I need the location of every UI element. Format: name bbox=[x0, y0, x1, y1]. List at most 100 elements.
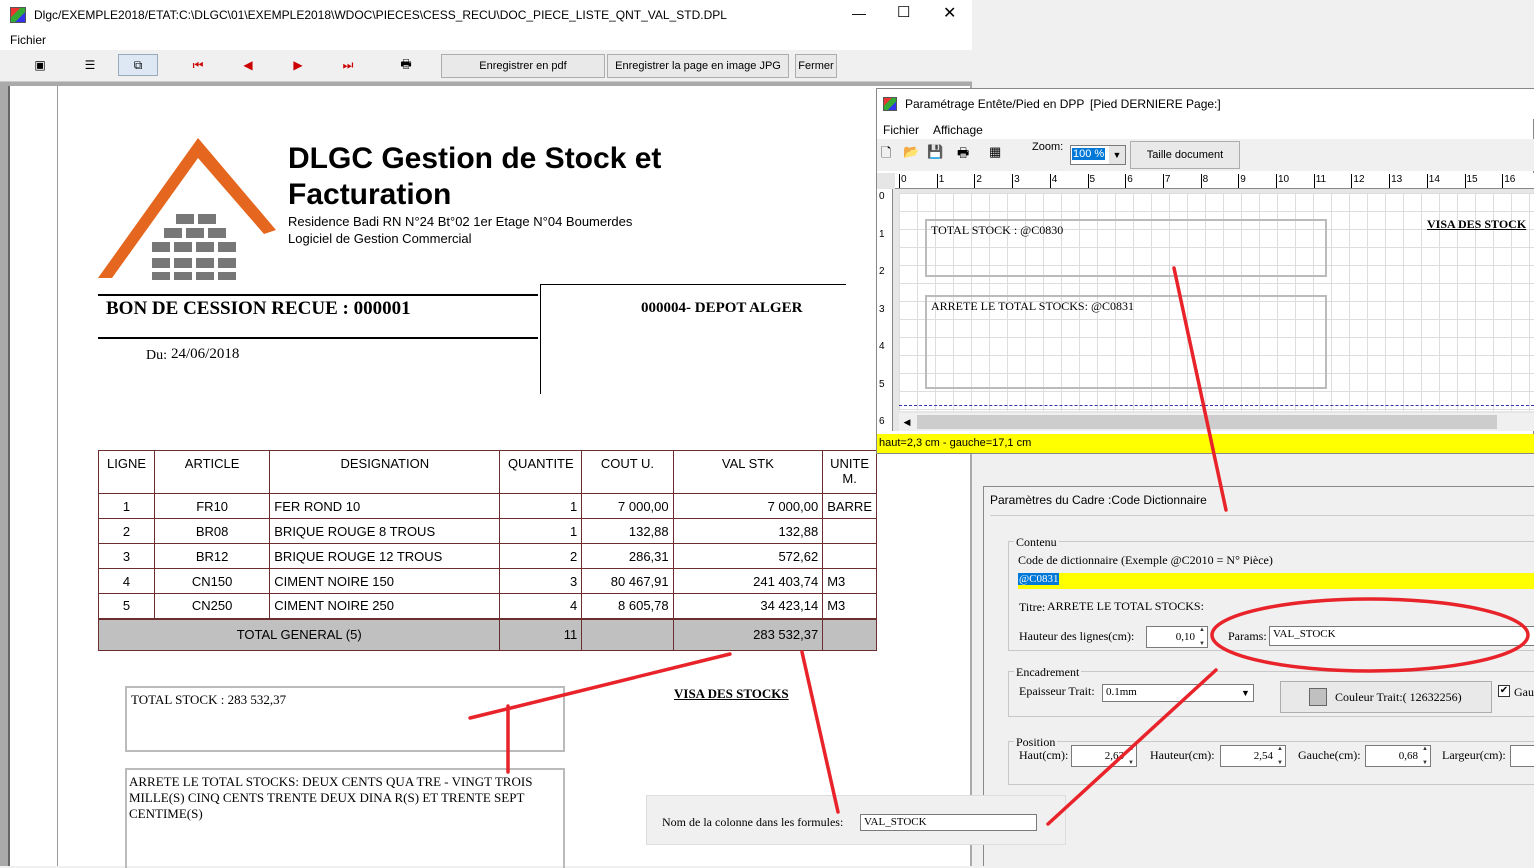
save-icon[interactable]: 💾 bbox=[927, 144, 943, 160]
gauche-spin-icon[interactable]: ▲ ▼ bbox=[1420, 746, 1430, 766]
haut-label: Haut(cm): bbox=[1019, 748, 1069, 762]
contenu-label: Contenu bbox=[1014, 535, 1059, 550]
vruler-tick-label: 4 bbox=[879, 341, 885, 352]
cell-designation: BRIQUE ROUGE 12 TROUS bbox=[269, 543, 501, 569]
code-input[interactable]: @C0831 bbox=[1018, 573, 1534, 589]
save-pdf-button[interactable]: Enregistrer en pdf bbox=[441, 54, 605, 78]
close-button[interactable]: Fermer bbox=[795, 54, 837, 78]
epaisseur-select[interactable]: 0.1mm ▼ bbox=[1102, 684, 1254, 702]
dpp-box-total[interactable]: TOTAL STOCK : @C0830 bbox=[925, 219, 1327, 277]
cell-article: CN250 bbox=[154, 593, 271, 619]
cell-designation: BRIQUE ROUGE 8 TROUS bbox=[269, 518, 501, 544]
cell-valstk: 132,88 bbox=[672, 518, 824, 544]
chevron-down-icon[interactable]: ▼ bbox=[1109, 146, 1125, 164]
gauche-check-label: Gau bbox=[1514, 685, 1534, 699]
cell-unite: M3 bbox=[822, 568, 877, 594]
encadrement-label: Encadrement bbox=[1014, 665, 1082, 680]
couleur-trait-button[interactable]: Couleur Trait:( 12632256) bbox=[1280, 681, 1492, 713]
cell-article: BR12 bbox=[154, 543, 271, 569]
page-size-button[interactable]: Taille document bbox=[1130, 141, 1240, 169]
ruler-tick-label: 10 bbox=[1276, 174, 1289, 188]
save-jpg-button[interactable]: Enregistrer la page en image JPG bbox=[607, 54, 789, 78]
arrete-box: ARRETE LE TOTAL STOCKS: DEUX CENTS QUA T… bbox=[125, 768, 565, 868]
first-page-icon[interactable]: ⏮ bbox=[178, 54, 218, 76]
cell-ligne: 4 bbox=[97, 568, 156, 594]
ruler-tick-label: 16 bbox=[1502, 174, 1515, 188]
code-label: Code de dictionnaire (Exemple @C2010 = N… bbox=[1018, 553, 1273, 567]
dpp-print-icon[interactable]: 🖶 bbox=[957, 144, 969, 166]
maximize-icon[interactable]: ☐ bbox=[897, 3, 910, 21]
depot-name: 000004- DEPOT ALGER bbox=[641, 300, 803, 316]
minimize-icon[interactable]: — bbox=[852, 5, 866, 21]
table-row: 1 FR10 FER ROND 10 1 7 000,00 7 000,00 BARRE bbox=[97, 493, 877, 519]
prev-page-icon[interactable]: ◀ bbox=[228, 54, 268, 76]
next-page-icon[interactable]: ▶ bbox=[278, 54, 318, 76]
dpp-status-bar: haut=2,3 cm - gauche=17,1 cm bbox=[877, 434, 1534, 453]
dpp-box-total-text: TOTAL STOCK : @C0830 bbox=[931, 223, 1064, 237]
largeur-input[interactable] bbox=[1510, 745, 1534, 767]
dpp-window: Paramétrage Entête/Pied en DPP [Pied DER… bbox=[876, 88, 1534, 454]
title-top-rule bbox=[98, 294, 538, 296]
menu-bar: Fichier bbox=[0, 30, 972, 50]
gauche-input[interactable]: 0,68 ▲ ▼ bbox=[1365, 745, 1431, 767]
cell-unite: BARRE bbox=[822, 493, 877, 519]
ruler-tick-label: 1 bbox=[936, 174, 944, 188]
ruler-tick-label: 11 bbox=[1313, 174, 1326, 188]
cell-ligne: 5 bbox=[97, 593, 156, 619]
scroll-thumb[interactable] bbox=[917, 415, 1497, 429]
vruler-tick-label: 3 bbox=[879, 303, 885, 315]
hauteur-lignes-input[interactable]: 0,10 ▲ ▼ bbox=[1146, 626, 1208, 648]
last-page-icon[interactable]: ⏭ bbox=[328, 54, 368, 76]
epaisseur-chevron-down-icon[interactable]: ▼ bbox=[1238, 685, 1253, 701]
view-list-icon[interactable]: ☰ bbox=[70, 54, 110, 76]
scroll-left-icon[interactable]: ◀ bbox=[899, 413, 915, 431]
hauteur-lignes-value: 0,10 bbox=[1175, 631, 1195, 643]
dpp-title-bar: Paramétrage Entête/Pied en DPP [Pied DER… bbox=[877, 89, 1534, 119]
menu-fichier[interactable]: Fichier bbox=[10, 33, 46, 47]
total-qty: 11 bbox=[499, 617, 583, 651]
table-row: 5 CN250 CIMENT NOIRE 250 4 8 605,78 34 423,14… bbox=[97, 593, 877, 619]
hauteur-input[interactable]: 2,54 ▲ ▼ bbox=[1220, 745, 1286, 767]
toolbar: ▣ ☰ ⧉ ⏮ ◀ ▶ ⏭ 🖶 Enregistrer en pdf Enreg… bbox=[0, 50, 972, 82]
cell-ligne: 2 bbox=[97, 518, 156, 544]
titre-input[interactable]: ARRETE LE TOTAL STOCKS: bbox=[1047, 599, 1217, 616]
document-page: DLGC Gestion de Stock et Facturation Res… bbox=[57, 86, 970, 868]
arrete-text: ARRETE LE TOTAL STOCKS: DEUX CENTS QUA T… bbox=[129, 774, 533, 821]
cell-quantite: 4 bbox=[499, 593, 583, 619]
ruler-tick-label: 5 bbox=[1087, 174, 1095, 188]
cell-valstk: 34 423,14 bbox=[672, 593, 824, 619]
cell-quantite: 1 bbox=[499, 518, 583, 544]
app-icon bbox=[10, 7, 26, 23]
params-title: Paramètres du Cadre :Code Dictionnaire bbox=[990, 493, 1207, 507]
company-address: Residence Badi RN N°24 Bt°02 1er Etage N… bbox=[288, 214, 633, 229]
haut-spin-icon[interactable]: ▲ ▼ bbox=[1126, 746, 1136, 766]
cell-cout: 7 000,00 bbox=[581, 493, 674, 519]
couleur-trait-label: Couleur Trait:( 12632256) bbox=[1335, 689, 1462, 704]
dpp-visa: VISA DES STOCK bbox=[1427, 217, 1527, 231]
hauteur-spin-icon[interactable]: ▲ ▼ bbox=[1275, 746, 1285, 766]
header-designation: DESIGNATION bbox=[269, 450, 501, 494]
params-input[interactable]: VAL_STOCK bbox=[1269, 626, 1534, 646]
dpp-hscrollbar[interactable]: ◀ bbox=[899, 413, 1534, 431]
dpp-box-arrete[interactable]: ARRETE LE TOTAL STOCKS: @C0831 bbox=[925, 295, 1327, 389]
dpp-menu-affichage[interactable]: Affichage bbox=[933, 123, 983, 137]
dpp-menu-fichier[interactable]: Fichier bbox=[883, 123, 919, 137]
gauche-checkbox[interactable]: ✔ bbox=[1498, 685, 1510, 697]
visa-stocks: VISA DES STOCKS bbox=[674, 686, 789, 701]
view-page-icon[interactable]: ▣ bbox=[20, 54, 60, 76]
grid-icon[interactable]: ▦ bbox=[989, 144, 1001, 160]
new-file-icon[interactable]: 🗋 bbox=[881, 144, 891, 166]
table-row: 3 BR12 BRIQUE ROUGE 12 TROUS 2 286,31 572,62 bbox=[97, 543, 877, 569]
zoom-select[interactable]: 100 % ▼ bbox=[1070, 145, 1126, 165]
close-icon[interactable]: ✕ bbox=[943, 3, 956, 23]
date-label: Du: bbox=[146, 348, 167, 363]
haut-input[interactable]: 2,63 ▲ ▼ bbox=[1071, 745, 1137, 767]
dpp-canvas: 0 1 2 3 4 5 6 7 8 9 10 11 12 13 14 15 16 0123456 TOTAL S… bbox=[877, 173, 1534, 431]
hauteur-lignes-spin-icon[interactable]: ▲ ▼ bbox=[1197, 627, 1207, 647]
ruler-tick-label: 3 bbox=[1012, 174, 1020, 188]
cell-article: CN150 bbox=[154, 568, 271, 594]
open-folder-icon[interactable]: 📂 bbox=[903, 144, 919, 160]
print-icon[interactable]: 🖶 bbox=[386, 54, 426, 76]
view-zoom-icon[interactable]: ⧉ bbox=[118, 54, 158, 76]
column-name-input[interactable]: VAL_STOCK bbox=[860, 814, 1037, 831]
